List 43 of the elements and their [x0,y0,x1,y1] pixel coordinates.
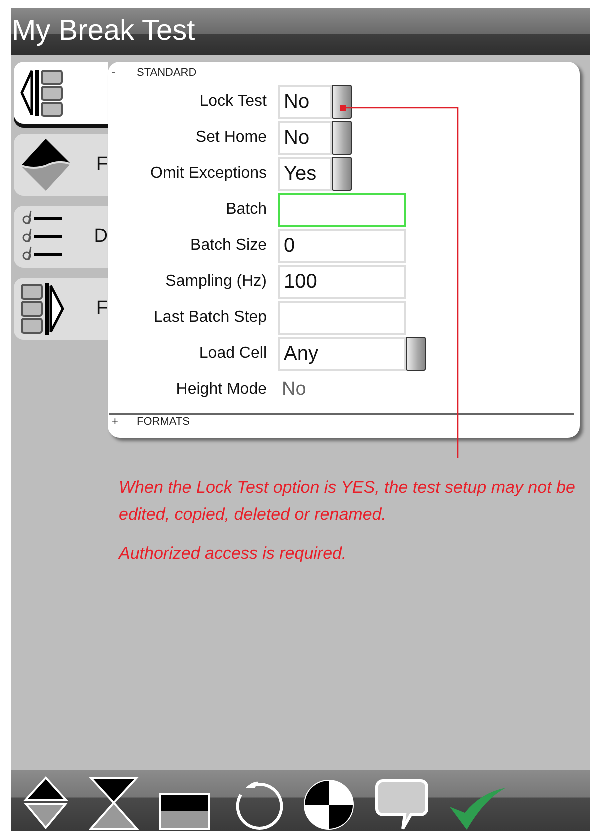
sidebar-tab[interactable] [14,62,108,124]
dropdown-button[interactable] [332,121,352,155]
check-icon[interactable] [449,787,507,831]
dropdown-field[interactable]: No [278,85,332,119]
input-field[interactable] [278,301,406,335]
field-label: Batch [225,201,267,219]
speech-bubble-icon[interactable] [375,779,429,831]
input-field[interactable]: 100 [278,265,406,299]
field-label: Set Home [194,129,267,147]
box-icon[interactable] [159,793,211,831]
tab-label: F [96,154,108,176]
dropdown-field[interactable]: Any [278,337,406,371]
field-label: Height Mode [175,381,267,399]
field-label: Sampling (Hz) [164,273,267,291]
sidebar-tab[interactable]: F [14,278,108,340]
diamond-icon [20,137,72,193]
target-icon[interactable] [303,779,355,831]
up-down-arrows-icon[interactable] [23,775,69,831]
input-field[interactable]: 0 [278,229,406,263]
dropdown-field[interactable]: No [278,121,332,155]
field-label: Load Cell [198,345,267,363]
dropdown-field[interactable]: Yes [278,157,332,191]
section-header[interactable]: - STANDARD [108,66,580,83]
field-label: Lock Test [198,93,267,111]
field-label: Omit Exceptions [150,165,267,183]
sidebar-tab[interactable]: D [14,206,108,268]
sidebar-tab[interactable]: F [14,134,108,196]
hourglass-icon[interactable] [89,775,139,831]
dropdown-button[interactable] [332,85,352,119]
input-field[interactable] [278,193,406,227]
field-value: No [281,379,306,401]
tab-label: F [96,298,108,320]
note-text: Authorized access is required. [119,543,348,565]
tab-label: D [94,226,108,248]
window-title: My Break Test [11,15,196,48]
field-label: Batch Size [190,237,267,255]
list-icon [20,67,66,119]
note-text: When the Lock Test option is YES, the test setup may not be edited, copied, deleted or renamed. [119,477,576,526]
dropdown-button[interactable] [406,337,426,371]
section-header[interactable]: + FORMATS [108,415,580,432]
dropdown-button[interactable] [332,157,352,191]
list-icon [20,280,66,338]
field-label: Last Batch Step [153,309,267,327]
